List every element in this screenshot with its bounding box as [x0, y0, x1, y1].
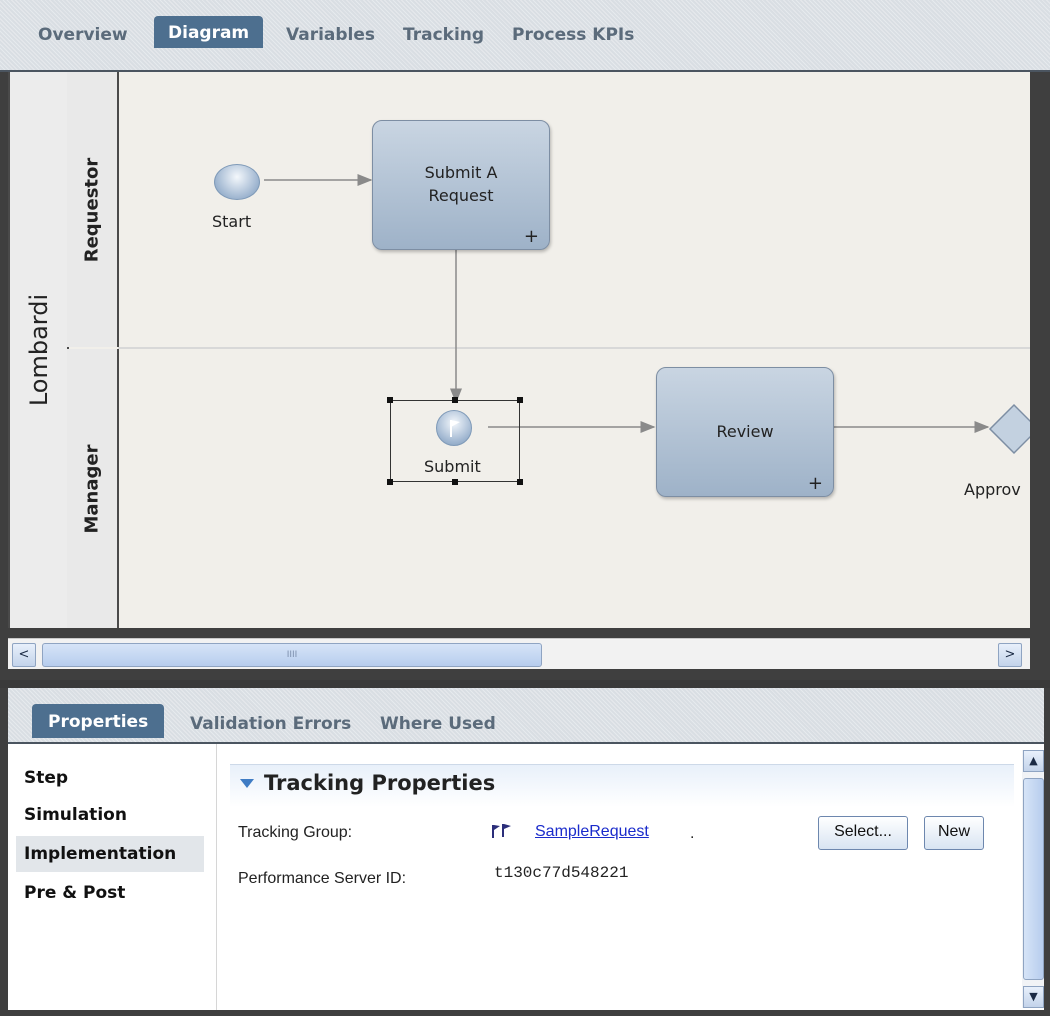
scroll-right-button[interactable]: > — [998, 643, 1022, 667]
scroll-thumb[interactable]: IIII — [42, 643, 542, 667]
resize-handle-ne[interactable] — [517, 397, 523, 403]
tab-overview[interactable]: Overview — [38, 22, 128, 48]
vertical-scroll-thumb[interactable] — [1023, 778, 1044, 980]
properties-tab-bar: Properties Validation Errors Where Used — [8, 688, 1044, 744]
tab-where-used[interactable]: Where Used — [380, 710, 496, 738]
expand-subprocess-icon[interactable]: + — [808, 473, 823, 494]
activity-submit-a-request[interactable]: Submit A Request + — [372, 120, 550, 250]
submit-event[interactable] — [436, 410, 472, 446]
expand-subprocess-icon[interactable]: + — [524, 226, 539, 247]
select-button[interactable]: Select... — [818, 816, 908, 850]
properties-panel: Step Simulation Implementation Pre & Pos… — [8, 744, 1044, 1010]
tab-diagram[interactable]: Diagram — [154, 16, 264, 48]
performance-server-id-value: t130c77d548221 — [494, 864, 629, 882]
resize-handle-n[interactable] — [452, 397, 458, 403]
resize-handle-s[interactable] — [452, 479, 458, 485]
performance-server-id-label: Performance Server ID: — [238, 870, 407, 887]
gateway-diamond — [988, 403, 1030, 455]
submit-label: Submit — [424, 457, 481, 476]
scroll-up-button[interactable]: ▲ — [1023, 750, 1044, 772]
scroll-down-button[interactable]: ▼ — [1023, 986, 1044, 1008]
resize-handle-sw[interactable] — [387, 479, 393, 485]
activity-label-line2: Request — [428, 186, 494, 205]
tracking-group-label: Tracking Group: — [238, 824, 353, 841]
new-button[interactable]: New — [924, 816, 984, 850]
start-event[interactable] — [214, 164, 260, 200]
tracking-group-link[interactable]: SampleRequest — [535, 823, 649, 841]
review-label: Review — [716, 422, 774, 441]
collapse-arrow-icon[interactable] — [240, 779, 254, 788]
start-label: Start — [212, 212, 252, 231]
tab-properties[interactable]: Properties — [32, 704, 165, 738]
nav-simulation[interactable]: Simulation — [16, 797, 135, 833]
tab-tracking[interactable]: Tracking — [403, 22, 484, 48]
resize-handle-se[interactable] — [517, 479, 523, 485]
scroll-left-button[interactable]: < — [12, 643, 36, 667]
tracking-properties-header[interactable]: Tracking Properties — [230, 764, 1014, 807]
activity-review[interactable]: Review + — [656, 367, 834, 497]
properties-nav: Step Simulation Implementation Pre & Pos… — [8, 744, 217, 1010]
tab-validation-errors[interactable]: Validation Errors — [190, 710, 351, 738]
diagram-canvas[interactable]: Lombardi Requestor Manager Start Submit … — [8, 72, 1030, 628]
nav-pre-post[interactable]: Pre & Post — [16, 875, 133, 911]
tab-variables[interactable]: Variables — [286, 22, 375, 48]
tracking-group-dot: . — [690, 825, 695, 842]
tracking-group-flag-icon — [492, 824, 511, 838]
panel-splitter[interactable] — [0, 680, 1050, 688]
resize-handle-nw[interactable] — [387, 397, 393, 403]
gateway-label: Approv — [964, 480, 1021, 499]
section-title: Tracking Properties — [264, 771, 496, 795]
horizontal-scrollbar[interactable]: < IIII > — [8, 638, 1030, 669]
nav-implementation[interactable]: Implementation — [16, 836, 204, 872]
tab-process-kpis[interactable]: Process KPIs — [512, 22, 634, 48]
activity-label-line1: Submit A — [424, 163, 498, 182]
flag-icon — [450, 420, 460, 437]
vertical-scrollbar[interactable]: ▲ ▼ — [1022, 750, 1044, 1008]
nav-step[interactable]: Step — [16, 760, 76, 796]
editor-tab-bar: Overview Diagram Variables Tracking Proc… — [0, 0, 1050, 72]
